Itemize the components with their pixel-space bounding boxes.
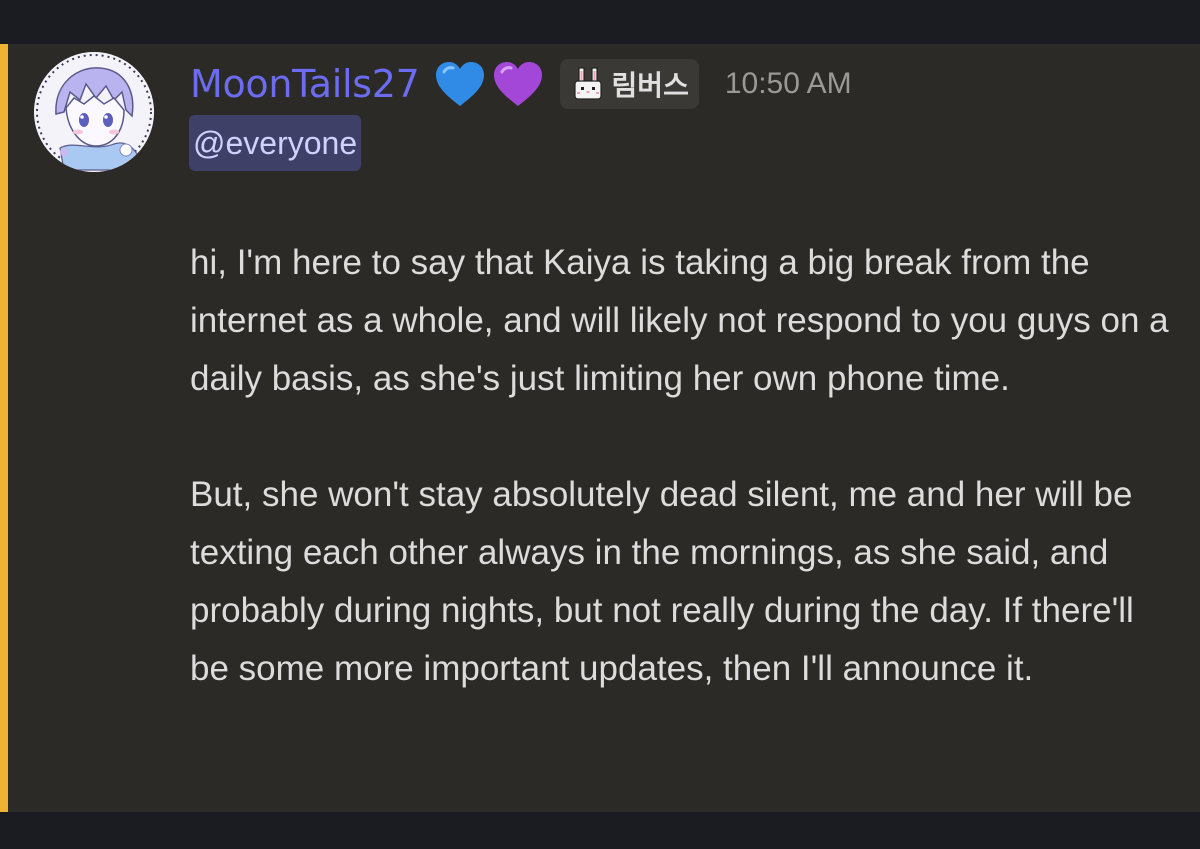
message-paragraph: But, she won't stay absolutely dead sile… bbox=[190, 475, 1134, 688]
bottom-bar bbox=[0, 812, 1200, 849]
message-header: MoonTails27 림버스 10:50 AM bbox=[190, 54, 852, 114]
message-paragraph: hi, I'm here to say that Kaiya is taking… bbox=[190, 243, 1169, 398]
message[interactable]: MoonTails27 림버스 10:50 AM @everyone hi, I… bbox=[0, 44, 1200, 812]
mention-highlight-stripe bbox=[0, 44, 8, 812]
avatar[interactable] bbox=[34, 52, 154, 172]
purple-heart-icon bbox=[492, 60, 544, 108]
username[interactable]: MoonTails27 bbox=[190, 62, 420, 106]
role-tag[interactable]: 림버스 bbox=[559, 59, 699, 109]
timestamp[interactable]: 10:50 AM bbox=[725, 67, 852, 101]
blue-heart-icon bbox=[434, 60, 486, 108]
message-content: hi, I'm here to say that Kaiya is taking… bbox=[190, 234, 1180, 698]
role-label: 림버스 bbox=[611, 69, 689, 102]
everyone-mention[interactable]: @everyone bbox=[189, 115, 362, 171]
bunny-icon bbox=[570, 66, 606, 102]
top-bar bbox=[0, 0, 1200, 44]
